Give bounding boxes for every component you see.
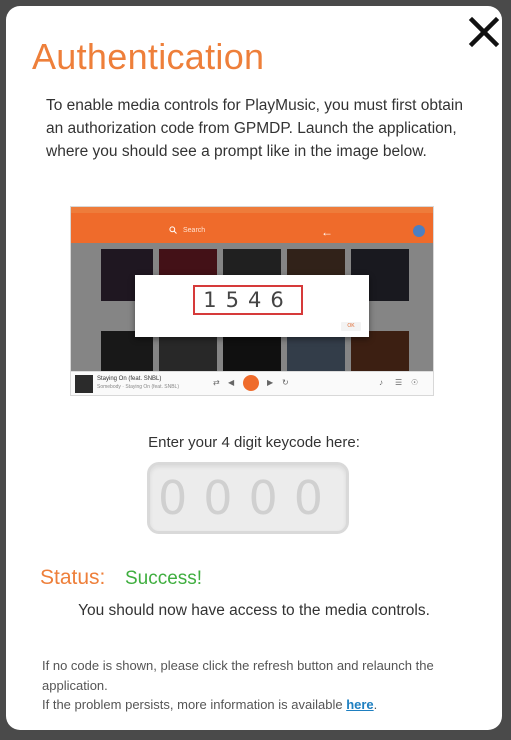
example-popup-code: 1546 [193,285,303,315]
example-toolbar: Search ← [71,213,433,243]
player-title: Staying On (feat. SNBL) [97,376,162,382]
status-label: Status: [40,566,106,589]
example-popup-ok: OK [341,322,361,331]
example-player-bar: Staying On (feat. SNBL) Somebody · Stayi… [71,371,433,395]
auth-dialog: Authentication To enable media controls … [6,6,502,730]
more-info-link[interactable]: here [346,697,373,712]
search-icon [169,226,177,234]
status-message: You should now have access to the media … [78,602,430,619]
close-icon[interactable] [466,14,502,50]
player-album-art [75,375,93,393]
keycode-label: Enter your 4 digit keycode here: [148,434,360,451]
previous-icon: ◀ [228,378,235,387]
example-search-placeholder: Search [183,227,206,234]
intro-text: To enable media controls for PlayMusic, … [46,97,463,160]
play-pause-icon [243,375,259,391]
example-code-popup: 1546 OK [135,275,369,337]
page-title: Authentication [32,36,265,77]
repeat-icon: ↻ [282,378,289,387]
example-screenshot: Search ← 1546 OK Staying On (feat. SNBL)… [70,206,434,396]
player-subtitle: Somebody · Staying On (feat. SNBL) [97,384,179,390]
help-text-prefix: If the problem persists, more informatio… [42,697,347,712]
status-value: Success! [125,568,203,589]
shuffle-icon: ⇄ [213,378,220,387]
queue-icon: ☰ [395,378,403,387]
volume-icon: ♪ [379,378,383,387]
keycode-box [147,462,349,534]
keycode-input[interactable] [158,473,338,523]
avatar [413,225,425,237]
back-arrow-icon: ← [321,225,333,239]
help-text-more-info: If the problem persists, more informatio… [42,697,377,712]
thumbs-icon: ☉ [411,378,419,387]
help-text-suffix: . [373,697,378,712]
help-text-refresh: If no code is shown, please click the re… [42,658,434,693]
next-icon: ▶ [267,378,274,387]
